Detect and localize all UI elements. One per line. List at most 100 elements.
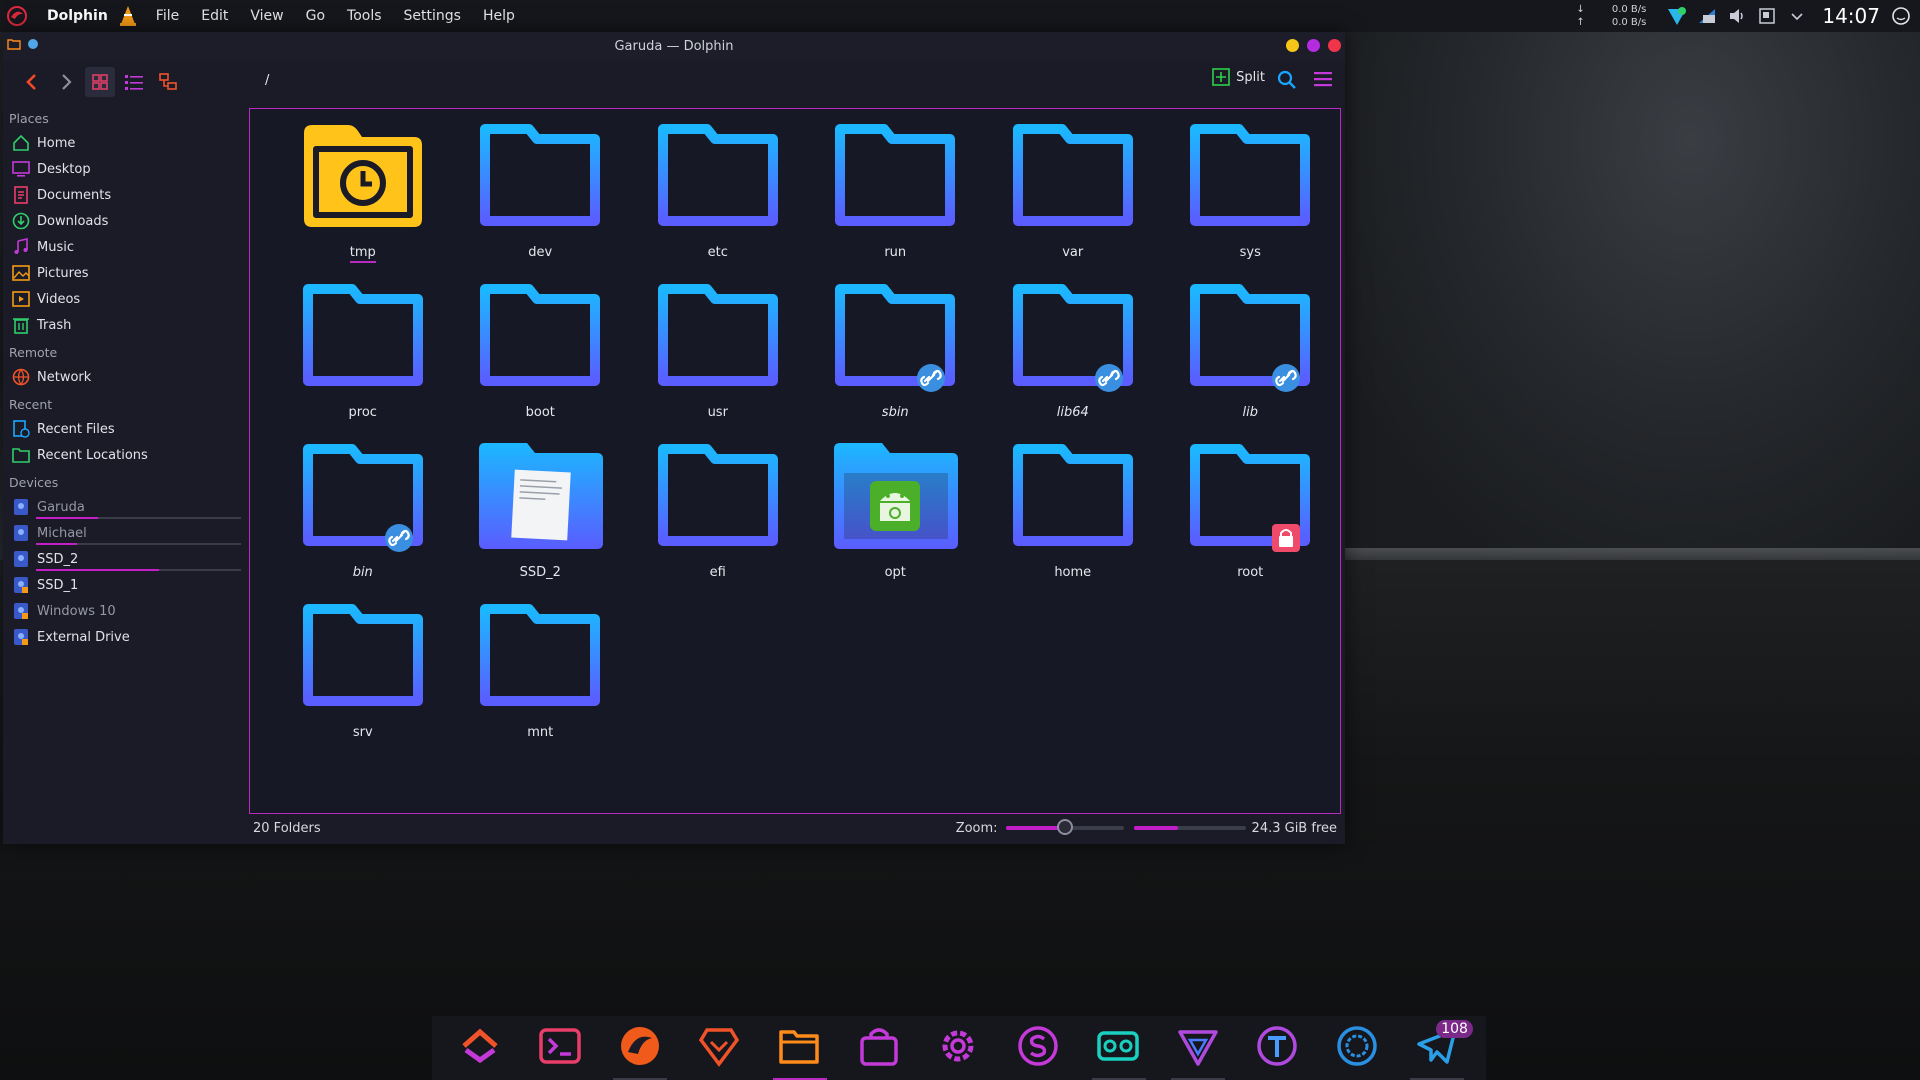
folder-efi[interactable]: efi [629, 439, 807, 599]
sidebar-item-pictures[interactable]: Pictures [3, 260, 248, 286]
hamburger-menu-button[interactable] [1313, 70, 1333, 92]
device-capacity-bar [36, 517, 241, 519]
icons-view-button[interactable] [85, 67, 115, 97]
folder-lib[interactable]: lib [1162, 279, 1340, 439]
sidebar-item-external-drive[interactable]: External Drive [3, 624, 248, 650]
folder-dev[interactable]: dev [452, 119, 630, 279]
sidebar-item-music[interactable]: Music [3, 234, 248, 260]
folder-home[interactable]: home [984, 439, 1162, 599]
settings-gear-icon [936, 1024, 980, 1072]
sidebar-item-documents[interactable]: Documents [3, 182, 248, 208]
drive-icon [11, 627, 31, 647]
dock-item-steam[interactable] [1327, 1016, 1388, 1080]
folder-run[interactable]: run [807, 119, 985, 279]
dock-item-triangle-app[interactable] [1167, 1016, 1228, 1080]
sidebar-item-recent-files[interactable]: Recent Files [3, 416, 248, 442]
folder-etc[interactable]: etc [629, 119, 807, 279]
folder-boot[interactable]: boot [452, 279, 630, 439]
folder-ssd-2[interactable]: SSD_2 [452, 439, 630, 599]
folder-sys[interactable]: sys [1162, 119, 1340, 279]
folder-usr[interactable]: usr [629, 279, 807, 439]
sidebar-item-garuda[interactable]: Garuda [3, 494, 248, 520]
search-button[interactable] [1277, 70, 1297, 94]
zoom-slider-handle[interactable] [1056, 819, 1073, 835]
folder-label: srv [352, 725, 373, 740]
sidebar-item-label: Recent Files [37, 421, 115, 437]
sidebar-item-trash[interactable]: Trash [3, 312, 248, 338]
dock-item-tape-player[interactable] [1088, 1016, 1149, 1080]
tree-view-icon [159, 73, 177, 90]
menu-help[interactable]: Help [483, 8, 515, 24]
sidebar-item-ssd2[interactable]: SSD_2 [3, 546, 248, 572]
chevron-down-icon[interactable] [1786, 5, 1808, 27]
folder-label: efi [709, 565, 726, 580]
list-view-icon [125, 75, 143, 90]
sidebar-item-ssd1[interactable]: SSD_1 [3, 572, 248, 598]
minimize-button[interactable] [1286, 39, 1299, 52]
dock-item-typora-t[interactable] [1247, 1016, 1308, 1080]
user-avatar-icon[interactable] [1890, 5, 1912, 27]
dock-item-skype-s[interactable] [1008, 1016, 1069, 1080]
sidebar-item-recent-locations[interactable]: Recent Locations [3, 442, 248, 468]
menu-settings[interactable]: Settings [404, 8, 461, 24]
split-button[interactable]: Split [1212, 68, 1265, 86]
folder-label: lib [1242, 405, 1258, 420]
menu-file[interactable]: File [156, 8, 179, 24]
dock-item-garuda-dragon[interactable] [609, 1016, 670, 1080]
dock-item-brave-browser[interactable] [689, 1016, 750, 1080]
dock-item-settings-gear[interactable] [928, 1016, 989, 1080]
garuda-launcher-icon[interactable] [5, 4, 29, 28]
file-view[interactable]: tmp dev etc run var sys proc boot usr sbin lib64 li… [249, 108, 1341, 814]
sidebar-item-desktop[interactable]: Desktop [3, 156, 248, 182]
clock[interactable]: 14:07 [1822, 4, 1880, 28]
menu-view[interactable]: View [250, 8, 283, 24]
folder-tmp[interactable]: tmp [274, 119, 452, 279]
sidebar-item-downloads[interactable]: Downloads [3, 208, 248, 234]
back-button[interactable] [17, 67, 47, 97]
sidebar-item-windows10[interactable]: Windows 10 [3, 598, 248, 624]
dock-item-software-store[interactable] [848, 1016, 909, 1080]
maximize-button[interactable] [1307, 39, 1320, 52]
dock-item-telegram[interactable]: 108 [1406, 1016, 1473, 1080]
menu-tools[interactable]: Tools [347, 8, 382, 24]
tree-view-button[interactable] [153, 67, 183, 97]
sidebar-item-network[interactable]: Network [3, 364, 248, 390]
zoom-slider[interactable] [1005, 819, 1124, 835]
folder-icon [298, 599, 428, 721]
location-path[interactable]: / [265, 73, 269, 88]
dock-item-file-manager[interactable] [769, 1016, 830, 1080]
close-button[interactable] [1328, 39, 1341, 52]
sidebar-item-label: External Drive [37, 629, 130, 645]
details-view-button[interactable] [119, 67, 149, 97]
folder-icon [475, 279, 605, 401]
folder-opt[interactable]: opt [807, 439, 985, 599]
clipboard-icon[interactable] [1756, 5, 1778, 27]
folder-sbin[interactable]: sbin [807, 279, 985, 439]
sidebar-item-videos[interactable]: Videos [3, 286, 248, 312]
folder-proc[interactable]: proc [274, 279, 452, 439]
sidebar-item-michael[interactable]: Michael [3, 520, 248, 546]
folder-label: etc [707, 245, 728, 260]
folder-var[interactable]: var [984, 119, 1162, 279]
folder-mnt[interactable]: mnt [452, 599, 630, 759]
folder-lib64[interactable]: lib64 [984, 279, 1162, 439]
battery-charger-icon[interactable] [1696, 5, 1718, 27]
folder-icon [1185, 439, 1315, 561]
dock-item-terminal[interactable] [530, 1016, 591, 1080]
folder-srv[interactable]: srv [274, 599, 452, 759]
drive-icon [11, 523, 31, 543]
free-space-bar [1133, 826, 1246, 830]
folder-bin[interactable]: bin [274, 439, 452, 599]
title-bar[interactable]: Garuda — Dolphin [3, 32, 1345, 60]
vlc-cone-icon[interactable] [118, 5, 138, 27]
menu-edit[interactable]: Edit [201, 8, 228, 24]
arrow-left-icon [26, 74, 36, 90]
vpn-shield-icon[interactable] [1666, 5, 1688, 27]
menu-go[interactable]: Go [306, 8, 325, 24]
sidebar-item-home[interactable]: Home [3, 130, 248, 156]
forward-button[interactable] [51, 67, 81, 97]
folder-root[interactable]: root [1162, 439, 1340, 599]
volume-icon[interactable] [1726, 5, 1748, 27]
folder-icon [653, 119, 783, 241]
dock-item-garuda-welcome[interactable] [450, 1016, 511, 1080]
